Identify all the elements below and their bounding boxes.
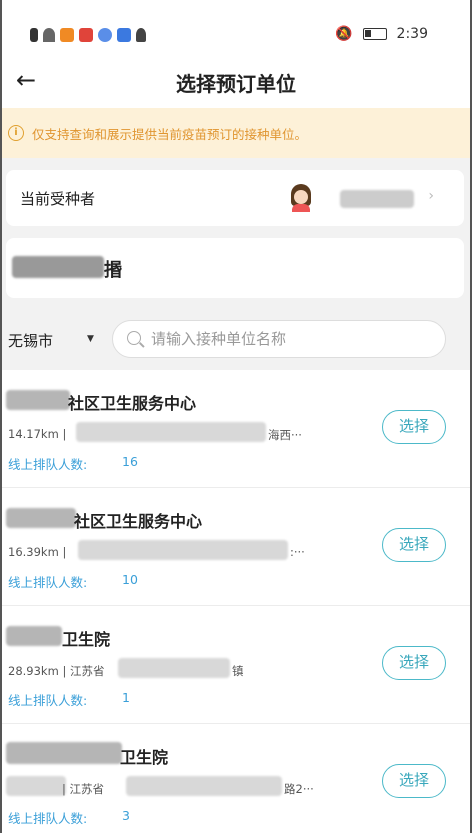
unit-list: 社区卫生服务中心 14.17km | 海西··· 线上排队人数: 16 选择 社…	[0, 370, 472, 833]
unit-distance: 28.93km | 江苏省	[8, 664, 105, 678]
battery-icon	[362, 28, 387, 40]
sim-icon	[30, 28, 38, 42]
app-icon	[60, 28, 74, 42]
status-bar: 🔕 2:39	[0, 0, 472, 64]
name-redacted	[6, 626, 62, 646]
page-title: 选择预订单位	[176, 72, 296, 96]
select-button[interactable]: 选择	[382, 764, 446, 798]
app-icon	[117, 28, 131, 42]
avatar	[288, 184, 314, 212]
notice-banner: i 仅支持查询和展示提供当前疫苗预订的接种单位。	[0, 108, 472, 158]
queue-label: 线上排队人数:	[8, 575, 88, 590]
queue-label: 线上排队人数:	[8, 457, 88, 472]
search-box[interactable]	[112, 320, 446, 358]
city-selector[interactable]: 无锡市	[8, 330, 53, 351]
queue-count: 1	[122, 690, 130, 705]
unit-address-tail: 镇	[232, 664, 244, 678]
address-redacted	[118, 658, 230, 678]
name-redacted	[6, 742, 122, 764]
status-right: 🔕 2:39	[335, 26, 428, 42]
queue-label: 线上排队人数:	[8, 811, 88, 826]
search-input[interactable]	[151, 321, 431, 357]
mute-icon: 🔕	[335, 26, 353, 42]
app-icon	[98, 28, 112, 42]
bell-icon	[136, 28, 146, 42]
unit-distance: 14.17km |	[8, 427, 67, 441]
search-icon	[127, 331, 141, 345]
select-button[interactable]: 选择	[382, 528, 446, 562]
clock: 2:39	[396, 26, 428, 42]
status-icons	[30, 28, 146, 42]
wifi-icon	[43, 28, 55, 42]
list-item: 社区卫生服务中心 14.17km | 海西··· 线上排队人数: 16 选择	[0, 370, 472, 488]
name-redacted	[6, 390, 70, 410]
address-redacted	[126, 776, 282, 796]
unit-name: 社区卫生服务中心	[68, 394, 197, 413]
unit-address-tail: :···	[290, 545, 305, 559]
select-button[interactable]: 选择	[382, 646, 446, 680]
address-redacted	[76, 422, 266, 442]
queue-count: 16	[122, 454, 138, 469]
recipient-label: 当前受种者	[20, 190, 96, 208]
unit-name: 卫生院	[120, 748, 169, 767]
unit-distance: | 江苏省	[62, 782, 105, 796]
selected-unit-name: 㨉	[104, 260, 122, 281]
unit-address-tail: 路2···	[284, 782, 314, 796]
unit-name-redacted	[12, 256, 104, 278]
unit-address-tail: 海西···	[268, 428, 302, 442]
recipient-row[interactable]: 当前受种者 ›	[6, 170, 464, 226]
list-item: 卫生院 | 江苏省 路2··· 线上排队人数: 3 选择	[0, 724, 472, 833]
unit-distance: 16.39km |	[8, 545, 67, 559]
distance-redacted	[6, 776, 66, 796]
unit-name: 社区卫生服务中心	[74, 512, 203, 531]
queue-count: 3	[122, 808, 130, 823]
name-redacted	[6, 508, 76, 528]
list-item: 卫生院 28.93km | 江苏省 镇 线上排队人数: 1 选择	[0, 606, 472, 724]
recipient-name-redacted	[340, 190, 414, 208]
app-icon	[79, 28, 93, 42]
info-icon: i	[8, 125, 24, 141]
queue-count: 10	[122, 572, 138, 587]
unit-name: 卫生院	[62, 630, 111, 649]
list-item: 社区卫生服务中心 16.39km | :··· 线上排队人数: 10 选择	[0, 488, 472, 606]
caret-down-icon[interactable]: ▼	[87, 334, 94, 344]
selected-unit-card[interactable]: 㨉	[6, 238, 464, 298]
page-header: ← 选择预订单位	[0, 56, 472, 108]
notice-text: 仅支持查询和展示提供当前疫苗预订的接种单位。	[32, 126, 308, 142]
select-button[interactable]: 选择	[382, 410, 446, 444]
queue-label: 线上排队人数:	[8, 693, 88, 708]
chevron-right-icon: ›	[428, 188, 434, 204]
address-redacted	[78, 540, 288, 560]
